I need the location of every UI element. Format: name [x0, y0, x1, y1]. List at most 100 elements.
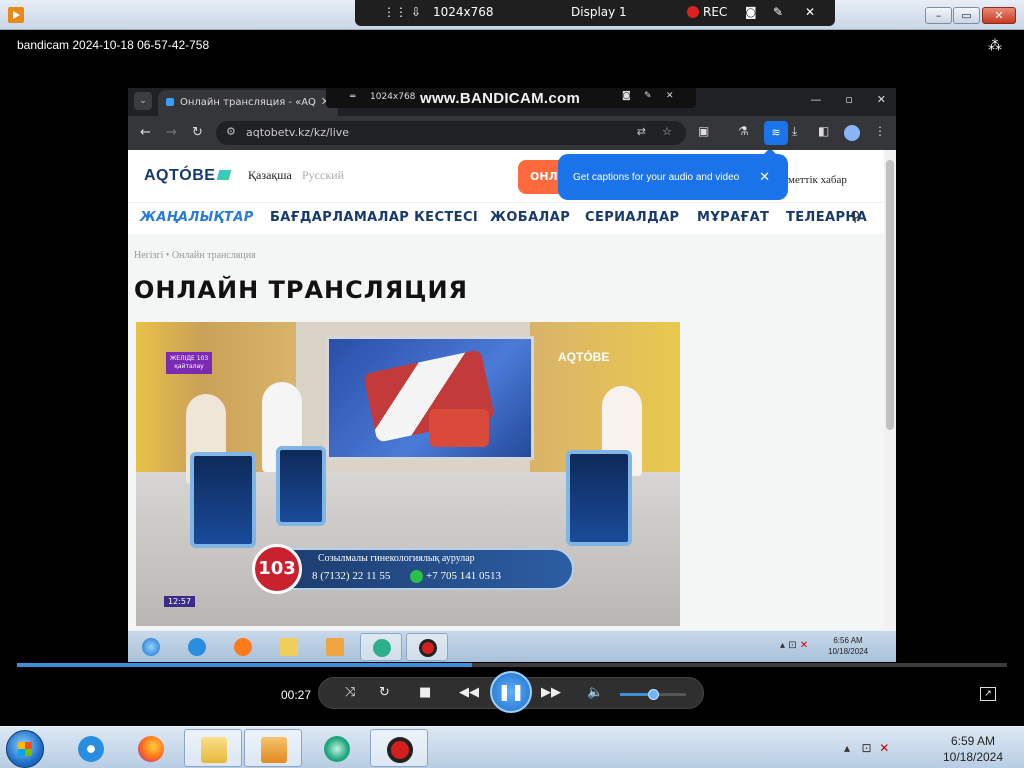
- logo-mark-icon: [217, 170, 232, 180]
- back-icon[interactable]: ←: [140, 125, 151, 140]
- breadcrumb-home[interactable]: Негізгі: [134, 250, 163, 261]
- inner-start-button[interactable]: [130, 633, 172, 661]
- close-toolbar-icon[interactable]: ✕: [805, 5, 815, 19]
- breadcrumb: Негізгі • Онлайн трансляция: [134, 250, 256, 261]
- camera-icon[interactable]: ◙: [745, 5, 757, 19]
- recording-filename: bandicam 2024-10-18 06-57-42-758: [17, 38, 210, 52]
- reload-icon[interactable]: ↻: [192, 125, 203, 140]
- live-badge: ЖЕЛІДЕ 103 қайталау: [166, 352, 212, 374]
- inner-record-app-icon[interactable]: [406, 633, 448, 661]
- repeat-icon[interactable]: ↻: [379, 685, 390, 700]
- bandicam-app-icon[interactable]: [8, 7, 24, 23]
- site-header: AQTÓBE Қазақша Русский ОНЛ меттік хабар …: [128, 150, 884, 202]
- resolution-label: 1024x768: [433, 5, 494, 19]
- scrollbar-thumb[interactable]: [886, 160, 894, 430]
- inner-grip-icon: ═: [350, 92, 356, 102]
- inner-tray-icons: ▴ ⊡ ✕: [780, 640, 808, 651]
- web-page: AQTÓBE Қазақша Русский ОНЛ меттік хабар …: [128, 150, 884, 630]
- seek-bar-fill: [17, 663, 473, 667]
- inner-chrome-app-icon[interactable]: [360, 633, 402, 661]
- inner-clock[interactable]: 6:56 AM 10/18/2024: [828, 635, 868, 657]
- header-news-link[interactable]: меттік хабар: [788, 174, 847, 186]
- nav-schedule[interactable]: БАҒДАРЛАМАЛАР КЕСТЕСІ: [270, 210, 478, 225]
- inner-firefox-icon[interactable]: [222, 633, 264, 661]
- pin-icon[interactable]: ⇩: [411, 5, 421, 19]
- nav-projects[interactable]: ЖОБАЛАР: [490, 210, 570, 225]
- inner-media-icon[interactable]: [314, 633, 356, 661]
- tab-title: Онлайн трансляция - «AQ: [180, 97, 316, 108]
- page-scrollbar[interactable]: [884, 150, 896, 630]
- download-icon[interactable]: ⤓: [792, 124, 797, 139]
- windows-taskbar: ▴ ⊡ ✕ 6:59 AM 10/18/2024: [0, 726, 1024, 768]
- fast-forward-icon[interactable]: ▶▶: [541, 685, 561, 700]
- site-logo[interactable]: AQTÓBE: [144, 167, 232, 185]
- side-panel-icon[interactable]: ◧: [818, 124, 829, 138]
- inner-explorer-icon[interactable]: [268, 633, 310, 661]
- inner-tray-arrow-icon[interactable]: ▴: [780, 640, 785, 651]
- maximize-button[interactable]: ▭: [953, 7, 980, 24]
- shuffle-icon[interactable]: ⤨: [345, 685, 355, 700]
- rewind-icon[interactable]: ◀◀: [459, 685, 479, 700]
- pen-icon[interactable]: ✎: [773, 5, 783, 19]
- browser-minimize-icon[interactable]: —: [810, 93, 821, 106]
- labs-icon[interactable]: ⚗: [738, 124, 749, 138]
- browser-close-icon[interactable]: ✕: [877, 93, 886, 106]
- start-button[interactable]: [6, 730, 44, 768]
- chrome-app-icon[interactable]: [308, 729, 366, 767]
- record-dot-icon: [687, 6, 699, 18]
- language-kazakh-link[interactable]: Қазақша: [248, 168, 292, 183]
- grid-icon[interactable]: ⁂: [988, 38, 1006, 56]
- nav-series[interactable]: СЕРИАЛДАР: [585, 210, 679, 225]
- stop-icon[interactable]: ■: [419, 685, 431, 700]
- file-explorer-icon[interactable]: [184, 729, 242, 767]
- tray-arrow-icon[interactable]: ▴: [844, 741, 850, 755]
- seek-bar[interactable]: [17, 663, 1007, 667]
- bookmark-star-icon[interactable]: ☆: [662, 125, 672, 138]
- pause-button[interactable]: ❚❚: [490, 671, 532, 713]
- grip-icon[interactable]: ⋮⋮: [383, 5, 407, 19]
- volume-slider[interactable]: [620, 689, 686, 700]
- inner-resolution-label: 1024x768: [370, 92, 416, 102]
- live-video-player[interactable]: AQTÓBE ЖЕЛІДЕ 103 қайталау 103 Созылмалы …: [136, 322, 680, 626]
- display-label[interactable]: Display 1: [571, 5, 627, 19]
- address-bar[interactable]: ⚙ aqtobetv.kz/kz/live ⇄ ☆: [216, 121, 686, 145]
- minimize-button[interactable]: –: [925, 7, 952, 24]
- extensions-icon[interactable]: ▣: [698, 124, 709, 138]
- translate-icon[interactable]: ⇄: [637, 125, 646, 138]
- language-russian-link[interactable]: Русский: [302, 168, 344, 183]
- fullscreen-icon[interactable]: ↗: [980, 687, 996, 701]
- volume-knob[interactable]: [648, 689, 659, 700]
- close-button[interactable]: ✕: [982, 7, 1016, 24]
- inner-ie-icon[interactable]: [176, 633, 218, 661]
- browser-maximize-icon[interactable]: ▫: [845, 93, 852, 106]
- live-caption-icon[interactable]: ≋: [764, 121, 788, 145]
- video-clock: 12:57: [164, 596, 196, 607]
- inner-volume-muted-icon[interactable]: ✕: [800, 640, 808, 651]
- medkit-graphic: [429, 409, 489, 447]
- volume-muted-icon[interactable]: ✕: [879, 741, 889, 755]
- taskbar-clock[interactable]: 6:59 AM 10/18/2024: [930, 733, 1016, 765]
- search-icon[interactable]: ⚲: [850, 209, 860, 225]
- internet-explorer-icon[interactable]: [62, 729, 120, 767]
- inner-pen-icon: ✎: [644, 91, 652, 101]
- tab-search-icon[interactable]: ⌄: [134, 92, 152, 110]
- lower-third-number: 103: [252, 544, 302, 594]
- inner-network-icon[interactable]: ⊡: [788, 640, 796, 651]
- forward-icon[interactable]: →: [166, 125, 177, 140]
- bandicam-record-icon[interactable]: [370, 729, 428, 767]
- site-info-icon[interactable]: ⚙: [226, 125, 236, 138]
- menu-kebab-icon[interactable]: ⋮: [874, 124, 886, 138]
- captions-popup-close-icon[interactable]: ✕: [759, 169, 770, 185]
- volume-icon[interactable]: 🔈: [587, 685, 603, 700]
- network-icon[interactable]: ⊡: [861, 741, 871, 755]
- nav-archive[interactable]: МҰРАҒАТ: [697, 210, 769, 225]
- phone-number-1: 8 (7132) 22 11 55: [312, 570, 391, 582]
- firefox-icon[interactable]: [122, 729, 180, 767]
- media-player-icon[interactable]: [244, 729, 302, 767]
- nav-news[interactable]: ЖАҢАЛЫҚТАР: [140, 210, 254, 225]
- rec-button[interactable]: REC: [687, 5, 727, 19]
- studio-screen: [326, 336, 534, 460]
- profile-avatar-icon[interactable]: [844, 125, 860, 141]
- browser-tab-active[interactable]: Онлайн трансляция - «AQ ✕: [158, 90, 338, 116]
- recorded-video-frame: ⌄ Онлайн трансляция - «AQ ✕ ═ 1024x768 ◙…: [128, 88, 896, 662]
